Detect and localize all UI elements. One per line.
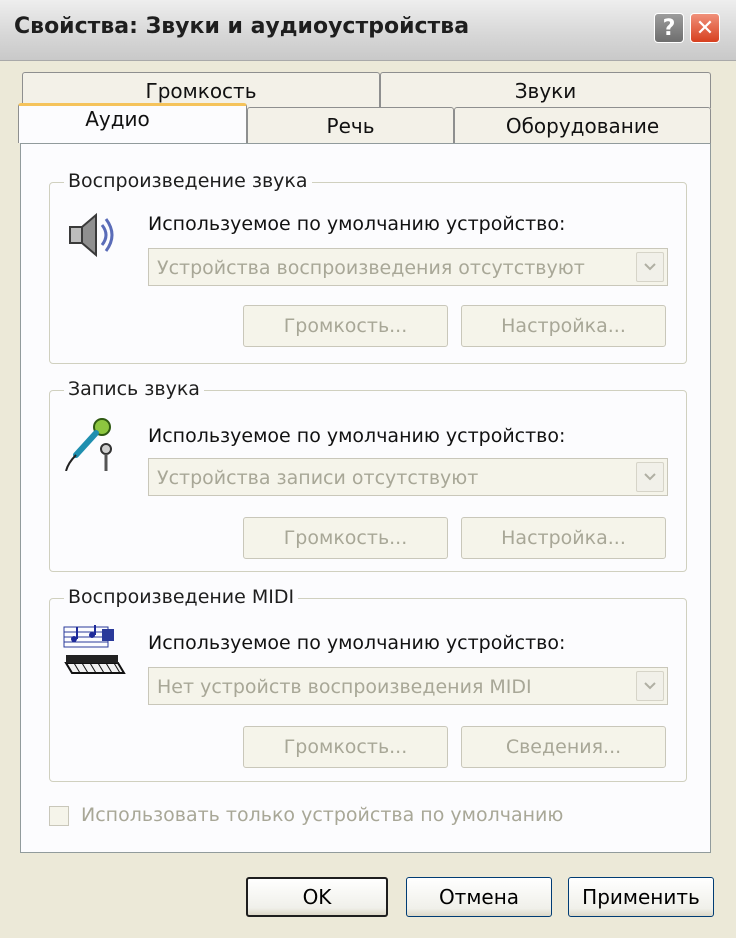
tab-audio[interactable]: Аудио [18, 103, 247, 143]
midi-device-label: Используемое по умолчанию устройство: [148, 632, 566, 654]
midi-group: Воспроизведение MIDI Используемое по умо… [49, 586, 687, 782]
recording-legend: Запись звука [64, 378, 204, 400]
chevron-down-icon[interactable] [636, 252, 664, 282]
midi-legend: Воспроизведение MIDI [64, 586, 299, 608]
help-icon: ? [662, 15, 676, 41]
tab-hardware-label: Оборудование [505, 113, 660, 138]
recording-device-select[interactable]: Устройства записи отсутствуют [148, 458, 668, 496]
help-button[interactable]: ? [654, 13, 684, 43]
midi-keyboard-icon [63, 625, 126, 674]
ok-button[interactable]: OK [246, 877, 388, 917]
midi-info-button[interactable]: Сведения... [461, 726, 666, 768]
playback-device-select[interactable]: Устройства воспроизведения отсутствуют [148, 248, 668, 286]
recording-device-value: Устройства записи отсутствуют [157, 467, 479, 489]
recording-volume-button[interactable]: Громкость... [243, 517, 448, 559]
playback-volume-button[interactable]: Громкость... [243, 305, 448, 347]
tab-speech[interactable]: Речь [247, 107, 454, 143]
playback-device-value: Устройства воспроизведения отсутствуют [157, 257, 585, 279]
playback-device-label: Используемое по умолчанию устройство: [148, 213, 566, 235]
playback-legend: Воспроизведение звука [64, 170, 312, 192]
midi-device-value: Нет устройств воспроизведения MIDI [157, 676, 532, 698]
recording-group: Запись звука Используемое по умолчанию у… [49, 378, 687, 572]
microphone-icon [65, 418, 112, 471]
tab-sounds[interactable]: Звуки [380, 72, 711, 108]
tab-speech-label: Речь [326, 113, 375, 138]
tab-hardware[interactable]: Оборудование [454, 107, 711, 143]
recording-settings-button[interactable]: Настройка... [461, 517, 666, 559]
tab-sounds-label: Звуки [514, 78, 577, 103]
chevron-down-icon[interactable] [636, 462, 664, 492]
close-button[interactable]: ✕ [690, 13, 720, 43]
midi-device-select[interactable]: Нет устройств воспроизведения MIDI [148, 667, 668, 705]
tab-audio-label: Аудио [85, 106, 150, 131]
speaker-icon [69, 212, 114, 258]
default-only-checkbox[interactable] [49, 806, 69, 826]
default-only-label: Использовать только устройства по умолча… [81, 804, 564, 826]
cancel-button[interactable]: Отмена [406, 877, 552, 917]
midi-volume-button[interactable]: Громкость... [243, 726, 448, 768]
title-bar[interactable]: Свойства: Звуки и аудиоустройства ? ✕ [0, 0, 736, 61]
recording-device-label: Используемое по умолчанию устройство: [148, 425, 566, 447]
tab-volume-label: Громкость [145, 78, 257, 103]
close-icon: ✕ [695, 15, 715, 41]
chevron-down-icon[interactable] [636, 671, 664, 701]
playback-group: Воспроизведение звука Используемое по ум… [49, 170, 687, 364]
audio-tab-panel: Воспроизведение звука Используемое по ум… [20, 143, 711, 853]
window-title: Свойства: Звуки и аудиоустройства [14, 14, 470, 39]
playback-settings-button[interactable]: Настройка... [461, 305, 666, 347]
apply-button[interactable]: Применить [568, 877, 714, 917]
